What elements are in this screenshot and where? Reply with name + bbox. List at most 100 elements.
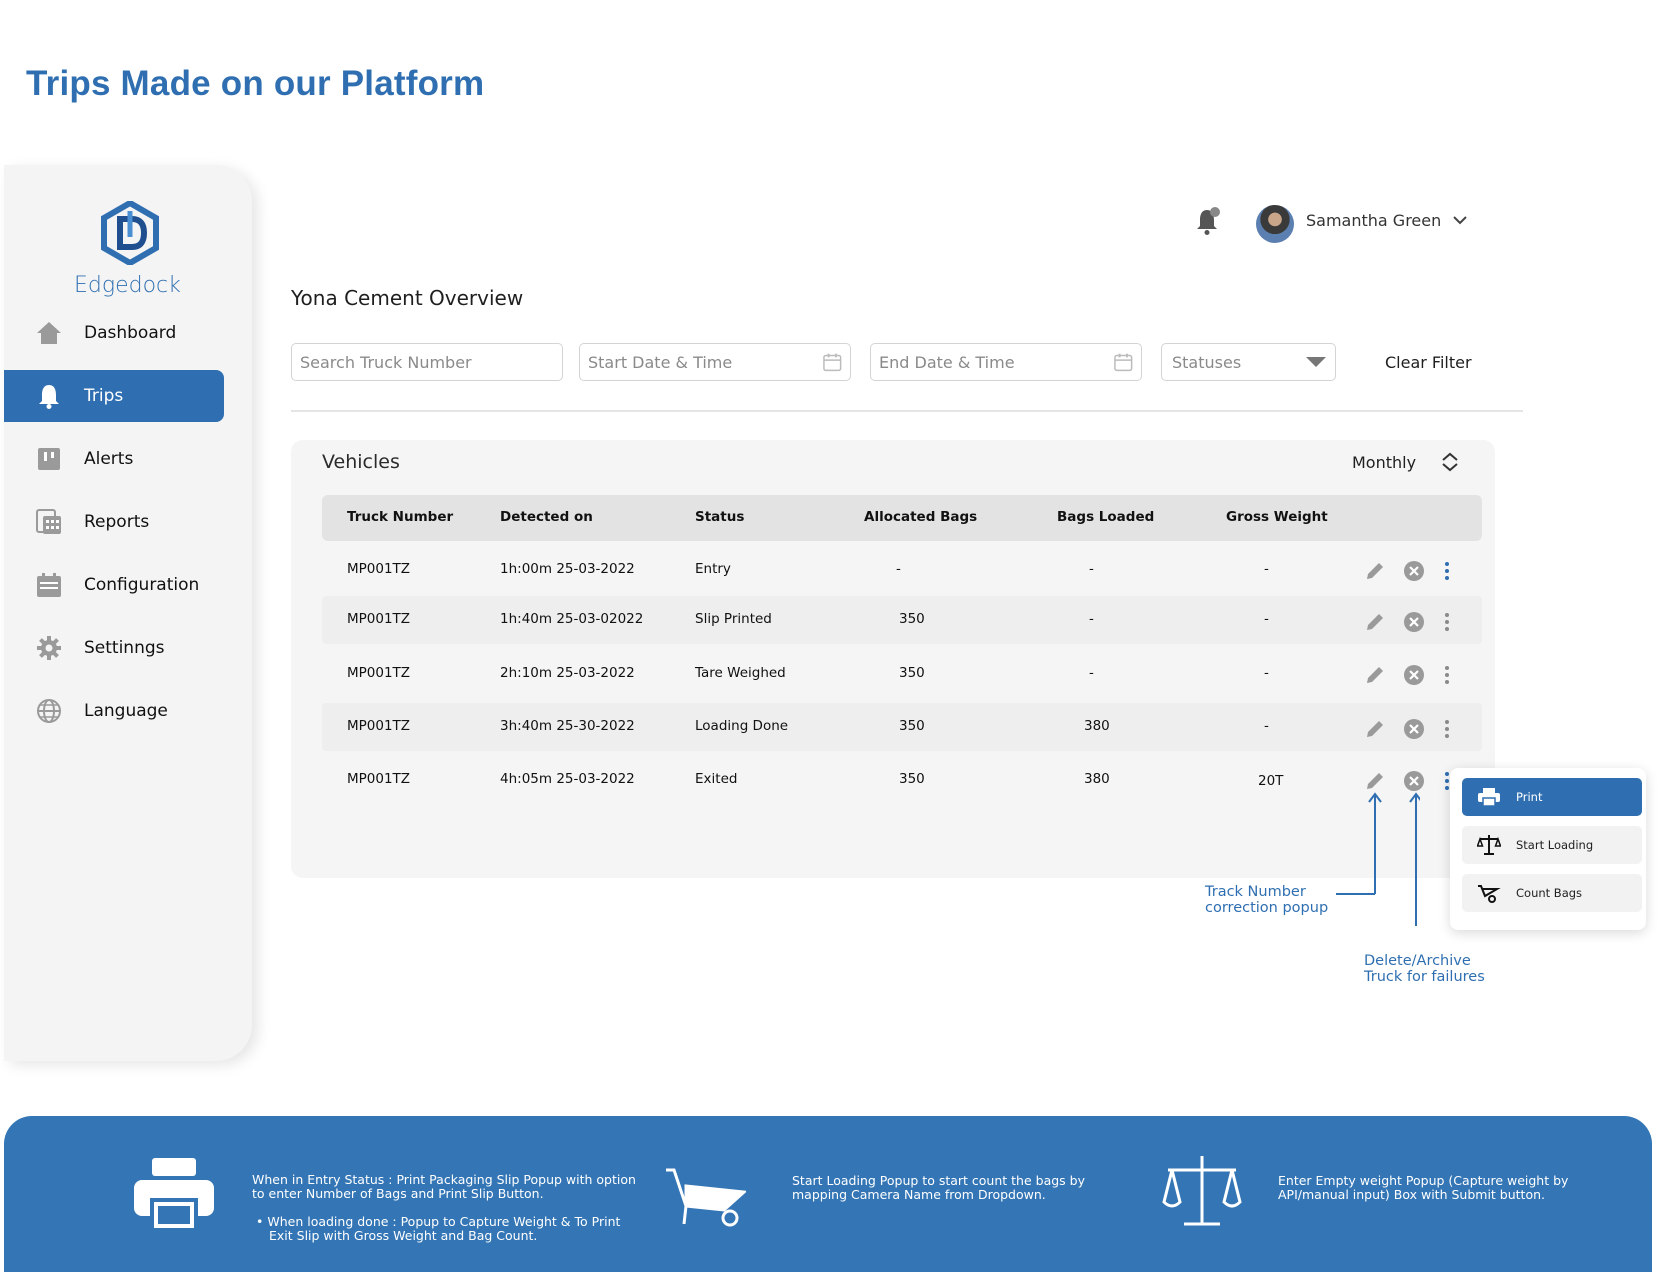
delete-circle-x-icon[interactable]	[1403, 611, 1425, 633]
vehicles-title: Vehicles	[322, 451, 400, 473]
scale-icon	[1476, 834, 1502, 856]
edgedock-logo-icon	[101, 201, 159, 265]
bags-loaded-cell: -	[1089, 665, 1094, 681]
allocated-bags-cell: -	[896, 561, 901, 577]
detected-on-cell: 3h:40m 25-30-2022	[500, 718, 635, 734]
edit-pencil-icon[interactable]	[1364, 611, 1386, 633]
allocated-bags-cell: 350	[899, 718, 925, 734]
truck-number-cell: MP001TZ	[347, 611, 411, 627]
statuses-select-value: Statuses	[1172, 352, 1242, 372]
edit-pencil-icon[interactable]	[1364, 718, 1386, 740]
statuses-select[interactable]: Statuses	[1161, 343, 1336, 381]
count-bags-menu-item[interactable]: Count Bags	[1462, 874, 1642, 912]
sort-toggle-icon[interactable]	[1440, 451, 1460, 473]
gross-weight-cell: -	[1264, 665, 1269, 681]
edit-pencil-icon[interactable]	[1364, 664, 1386, 686]
alert-board-icon	[36, 446, 62, 472]
sidebar-item-reports[interactable]: Reports	[4, 496, 224, 548]
allocated-bags-cell: 350	[899, 665, 925, 681]
annotation-line: correction popup	[1205, 900, 1329, 916]
detected-on-cell: 2h:10m 25-03-2022	[500, 665, 635, 681]
table-row[interactable]: MP001TZ 3h:40m 25-30-2022 Loading Done 3…	[322, 703, 1482, 751]
more-vertical-icon[interactable]	[1436, 664, 1458, 686]
banner-line: Enter Empty weight Popup (Capture weight…	[1278, 1173, 1569, 1188]
banner-line: • When loading done : Popup to Capture W…	[256, 1214, 621, 1229]
edit-pencil-icon[interactable]	[1364, 770, 1386, 792]
table-row[interactable]: MP001TZ 2h:10m 25-03-2022 Tare Weighed 3…	[322, 650, 1482, 698]
page-title: Trips Made on our Platform	[26, 64, 485, 103]
status-cell: Tare Weighed	[695, 665, 786, 681]
sidebar-item-dashboard[interactable]: Dashboard	[4, 307, 224, 359]
banner-line: When in Entry Status : Print Packaging S…	[252, 1172, 636, 1187]
sidebar-item-alerts[interactable]: Alerts	[4, 433, 224, 485]
end-date-input[interactable]	[879, 352, 1115, 372]
table-row[interactable]: MP001TZ 1h:40m 25-03-02022 Slip Printed …	[322, 596, 1482, 644]
bags-loaded-cell: -	[1089, 561, 1094, 577]
edit-pencil-icon[interactable]	[1364, 560, 1386, 582]
bags-loaded-cell: 380	[1084, 718, 1110, 734]
user-name[interactable]: Samantha Green	[1306, 211, 1441, 230]
wheelbarrow-icon	[666, 1168, 746, 1227]
sidebar-item-trips[interactable]: Trips	[4, 370, 224, 422]
printer-icon	[134, 1158, 214, 1230]
delete-circle-x-icon[interactable]	[1403, 770, 1425, 792]
detected-on-cell: 4h:05m 25-03-2022	[500, 771, 635, 787]
banner-line: API/manual input) Box with Submit button…	[1278, 1187, 1545, 1202]
detected-on-cell: 1h:00m 25-03-2022	[500, 561, 635, 577]
bell-icon	[36, 383, 62, 409]
count-bags-label: Count Bags	[1516, 886, 1583, 900]
notification-bell-icon[interactable]	[1195, 206, 1221, 236]
allocated-bags-cell: 350	[899, 611, 925, 627]
delete-circle-x-icon[interactable]	[1403, 560, 1425, 582]
column-header: Bags Loaded	[1057, 509, 1155, 525]
annotation-line: Track Number	[1205, 884, 1306, 900]
calendar-icon[interactable]	[1114, 352, 1133, 372]
track-number-annotation: Track Number correction popup	[1205, 884, 1328, 916]
truck-number-cell: MP001TZ	[347, 561, 411, 577]
calendar-icon[interactable]	[823, 352, 842, 372]
detected-on-cell: 1h:40m 25-03-02022	[500, 611, 644, 627]
divider	[291, 410, 1523, 412]
start-date-input[interactable]	[588, 352, 824, 372]
sidebar-item-configuration[interactable]: Configuration	[4, 559, 224, 611]
column-header: Truck Number	[347, 509, 454, 525]
sidebar-item-language[interactable]: Language	[4, 685, 224, 737]
gear-icon	[36, 635, 62, 661]
printer-icon	[1476, 786, 1502, 808]
sidebar-item-settings[interactable]: Settinngs	[4, 622, 224, 674]
delete-circle-x-icon[interactable]	[1403, 664, 1425, 686]
gross-weight-cell: -	[1264, 611, 1269, 627]
avatar[interactable]	[1256, 205, 1294, 243]
table-row[interactable]: MP001TZ 1h:00m 25-03-2022 Entry - - -	[322, 546, 1482, 594]
print-menu-item[interactable]: Print	[1462, 778, 1642, 816]
sidebar-item-label: Settinngs	[84, 638, 165, 658]
gross-weight-cell: -	[1264, 561, 1269, 577]
more-vertical-icon[interactable]	[1436, 560, 1458, 582]
section-title: Yona Cement Overview	[291, 286, 524, 310]
clear-filter-button[interactable]: Clear Filter	[1385, 353, 1472, 372]
chevron-down-icon[interactable]	[1452, 212, 1468, 228]
more-vertical-icon[interactable]	[1436, 718, 1458, 740]
start-date-field[interactable]	[579, 343, 851, 381]
truck-number-cell: MP001TZ	[347, 665, 411, 681]
delete-archive-annotation: Delete/Archive Truck for failures	[1364, 953, 1485, 985]
sidebar-item-label: Trips	[84, 386, 124, 406]
end-date-field[interactable]	[870, 343, 1142, 381]
bags-loaded-cell: -	[1089, 611, 1094, 627]
print-description: When in Entry Status : Print Packaging S…	[252, 1173, 636, 1243]
delete-circle-x-icon[interactable]	[1403, 718, 1425, 740]
start-loading-menu-item[interactable]: Start Loading	[1462, 826, 1642, 864]
search-input[interactable]	[300, 352, 554, 372]
banner-line: mapping Camera Name from Dropdown.	[792, 1187, 1046, 1202]
more-vertical-icon[interactable]	[1436, 611, 1458, 633]
period-select-value[interactable]: Monthly	[1352, 453, 1416, 472]
banner-line: to enter Number of Bags and Print Slip B…	[252, 1186, 544, 1201]
search-truck-field[interactable]	[291, 343, 563, 381]
row-context-menu: Print Start Loading Count Bags	[1450, 768, 1646, 930]
calendar-config-icon	[36, 572, 62, 598]
banner-line: Exit Slip with Gross Weight and Bag Coun…	[269, 1228, 538, 1243]
sidebar-item-label: Configuration	[84, 575, 200, 595]
bags-loaded-cell: 380	[1084, 771, 1110, 787]
scale-icon	[1162, 1156, 1242, 1226]
status-cell: Exited	[695, 771, 738, 787]
